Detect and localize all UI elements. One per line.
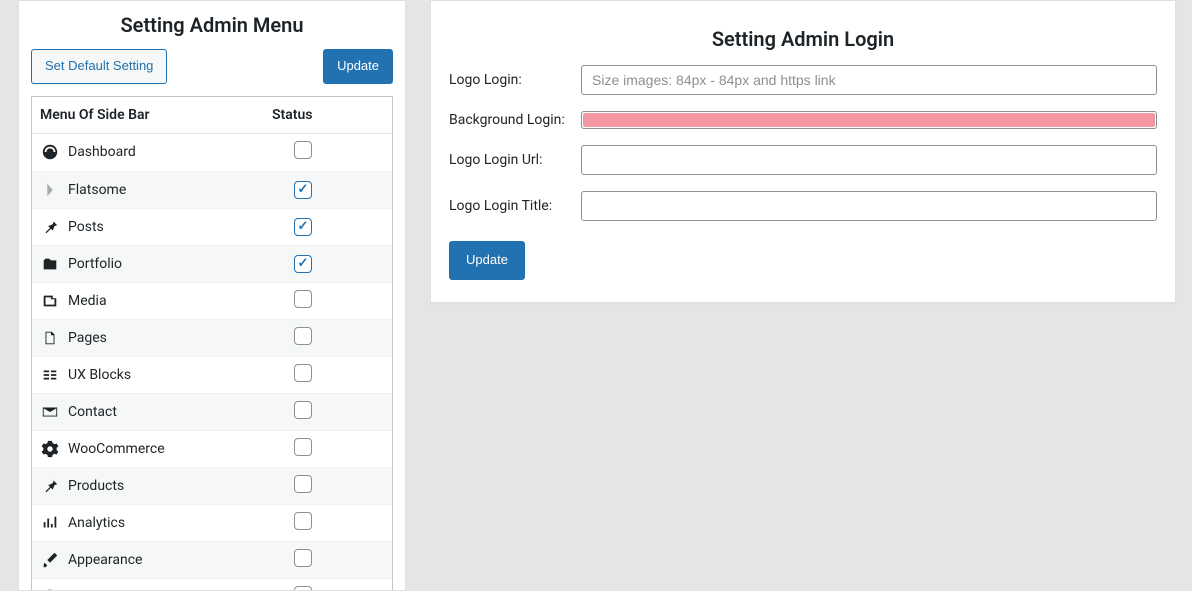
status-checkbox[interactable] (294, 255, 312, 273)
media-icon (40, 291, 60, 311)
menu-item-label: Dashboard (68, 144, 136, 160)
table-row: Portfolio (32, 245, 392, 282)
analytics-icon (40, 513, 60, 533)
status-checkbox[interactable] (294, 181, 312, 199)
menu-item: Media (40, 291, 264, 311)
status-checkbox[interactable] (294, 290, 312, 308)
status-checkbox[interactable] (294, 218, 312, 236)
menu-item-label: Posts (68, 219, 104, 235)
label-background-login: Background Login: (449, 112, 569, 128)
table-row: Analytics (32, 504, 392, 541)
set-default-button[interactable]: Set Default Setting (31, 49, 167, 84)
menu-item: Appearance (40, 550, 264, 570)
menu-item-label: WooCommerce (68, 441, 165, 457)
logo-login-url-input[interactable] (581, 145, 1157, 175)
status-checkbox[interactable] (294, 512, 312, 530)
panel-title-login: Setting Admin Login (449, 15, 1157, 65)
setting-admin-menu-panel: Setting Admin Menu Set Default Setting U… (18, 0, 406, 591)
update-login-button[interactable]: Update (449, 241, 525, 280)
gear-icon (40, 439, 60, 459)
sidebar-menu-table: Menu Of Side Bar Status Dashboard Flatsom… (31, 96, 393, 591)
menu-item-label: Flatsome (68, 182, 126, 198)
menu-item: Plugins (40, 587, 264, 591)
menu-item: Analytics (40, 513, 264, 533)
panel-title-menu: Setting Admin Menu (19, 1, 405, 49)
status-checkbox[interactable] (294, 364, 312, 382)
plug-icon (40, 587, 60, 591)
table-row: Media (32, 282, 392, 319)
label-logo-login-url: Logo Login Url: (449, 152, 569, 168)
menu-item-label: Analytics (68, 515, 125, 531)
row-logo-login-url: Logo Login Url: (449, 145, 1157, 175)
setting-admin-login-panel: Setting Admin Login Logo Login: Backgrou… (430, 0, 1176, 303)
update-menu-button[interactable]: Update (323, 49, 393, 84)
logo-login-title-input[interactable] (581, 191, 1157, 221)
pin-icon (40, 217, 60, 237)
label-logo-login: Logo Login: (449, 72, 569, 88)
status-checkbox[interactable] (294, 401, 312, 419)
table-row: Products (32, 467, 392, 504)
table-row: Plugins (32, 578, 392, 591)
table-row: Flatsome (32, 171, 392, 208)
menu-item-label: Portfolio (68, 256, 122, 272)
logo-login-input[interactable] (581, 65, 1157, 95)
table-row: Posts (32, 208, 392, 245)
menu-item-label: Contact (68, 404, 117, 420)
menu-item: Pages (40, 328, 264, 348)
table-row: Dashboard (32, 134, 392, 171)
mail-icon (40, 402, 60, 422)
table-row: Pages (32, 319, 392, 356)
table-row: Appearance (32, 541, 392, 578)
th-menu: Menu Of Side Bar (32, 97, 272, 134)
menu-item: Flatsome (40, 180, 264, 200)
table-row: Contact (32, 393, 392, 430)
menu-item-label: Products (68, 478, 124, 494)
row-logo-login-title: Logo Login Title: (449, 191, 1157, 221)
background-login-color-input[interactable] (581, 111, 1157, 129)
menu-item: Contact (40, 402, 264, 422)
blocks-icon (40, 365, 60, 385)
color-swatch (583, 113, 1155, 127)
status-checkbox[interactable] (294, 586, 312, 591)
row-background-login: Background Login: (449, 111, 1157, 129)
menu-item-label: Pages (68, 330, 107, 346)
pin-icon (40, 476, 60, 496)
menu-item: WooCommerce (40, 439, 264, 459)
menu-item: Portfolio (40, 254, 264, 274)
menu-item-label: UX Blocks (68, 367, 131, 383)
menu-toolbar: Set Default Setting Update (19, 49, 405, 96)
brush-icon (40, 550, 60, 570)
menu-item-label: Media (68, 293, 107, 309)
menu-item: Posts (40, 217, 264, 237)
row-logo-login: Logo Login: (449, 65, 1157, 95)
menu-item: UX Blocks (40, 365, 264, 385)
label-logo-login-title: Logo Login Title: (449, 198, 569, 214)
menu-item: Products (40, 476, 264, 496)
status-checkbox[interactable] (294, 438, 312, 456)
th-status: Status (272, 97, 392, 134)
dashboard-icon (40, 142, 60, 162)
table-row: WooCommerce (32, 430, 392, 467)
status-checkbox[interactable] (294, 549, 312, 567)
flatsome-icon (40, 180, 60, 200)
portfolio-icon (40, 254, 60, 274)
menu-item-label: Appearance (68, 552, 142, 568)
table-row: UX Blocks (32, 356, 392, 393)
status-checkbox[interactable] (294, 141, 312, 159)
status-checkbox[interactable] (294, 327, 312, 345)
menu-item: Dashboard (40, 142, 264, 162)
status-checkbox[interactable] (294, 475, 312, 493)
pages-icon (40, 328, 60, 348)
